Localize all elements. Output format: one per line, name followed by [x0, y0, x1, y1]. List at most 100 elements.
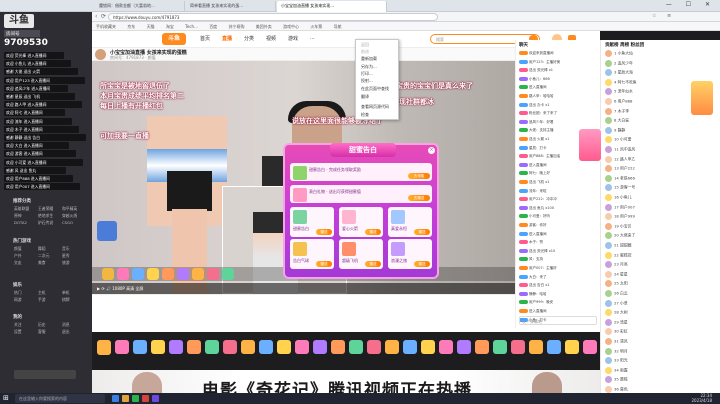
gift-send-button[interactable]: 赠送 [365, 229, 381, 235]
gift-icon[interactable] [439, 340, 453, 354]
nav-live[interactable]: 直播 [222, 35, 232, 42]
rank-list-item[interactable]: 33 阳光 [605, 357, 717, 366]
gift-icon[interactable] [475, 340, 489, 354]
gift-icon[interactable] [97, 340, 111, 354]
rank-list-item[interactable]: 35 晨曦 [605, 376, 717, 385]
app-icon[interactable] [142, 395, 149, 402]
gift-card[interactable]: 浪漫之旅 赠送 [388, 239, 432, 269]
gift-send-button[interactable]: 赠送 [316, 229, 332, 235]
sidebar-category-item[interactable]: 热门 [14, 289, 38, 296]
rank-list-item[interactable]: 9 静静 [605, 126, 717, 136]
bookmark-item[interactable]: 京东 [127, 24, 135, 29]
bookmark-item[interactable]: 天猫 [147, 24, 155, 29]
rank-list-item[interactable]: 27 小草 [605, 299, 717, 309]
sidebar-category-item[interactable]: CSGO [62, 219, 86, 226]
gift-send-button[interactable]: 赠送 [414, 261, 430, 267]
sidebar-category-item[interactable]: 单机 [62, 289, 86, 296]
rank-list-item[interactable]: 31 清风 [605, 338, 717, 347]
bookmark-item[interactable]: Tech... [185, 24, 198, 29]
context-menu-item[interactable]: 投射... [361, 78, 373, 84]
nav-home[interactable]: 首页 [200, 35, 210, 42]
gift-icon[interactable] [457, 340, 471, 354]
url-input[interactable]: https://www.douyu.com/4791873 [108, 13, 438, 21]
gift-icon[interactable] [205, 340, 219, 354]
gift-icon[interactable] [115, 340, 129, 354]
gift-card[interactable]: 超级飞机 赠送 [339, 239, 383, 269]
taskbar-search[interactable]: 在这里输入你要搜索的内容 [15, 394, 105, 403]
gift-card[interactable]: 告白气球 赠送 [290, 239, 334, 269]
gift-icon[interactable] [151, 340, 165, 354]
sidebar-footer-button[interactable] [14, 370, 76, 379]
rank-list-item[interactable]: 11 风中追风 [605, 146, 717, 155]
rank-list-item[interactable]: 2 追风少年 [605, 59, 717, 69]
sidebar-category-item[interactable]: 交友 [14, 259, 38, 266]
rank-list-item[interactable]: 32 明月 [605, 347, 717, 357]
app-icon[interactable] [112, 395, 119, 402]
rank-list-item[interactable]: 34 雨露 [605, 366, 717, 376]
rank-header[interactable]: 贡献榜 周榜 粉丝团 [605, 42, 644, 48]
rank-list-item[interactable]: 16 小鱼儿 [605, 194, 717, 203]
gift-icon[interactable] [331, 340, 345, 354]
windows-start-icon[interactable]: ⊞ [3, 394, 12, 403]
sidebar-category-item[interactable]: 退出 [62, 328, 86, 335]
browser-tab-active[interactable]: 小宝宝加油直播 女孩来实现... [277, 1, 387, 12]
gift-card[interactable]: 爱心火箭 赠送 [339, 207, 383, 237]
gift-icon[interactable] [493, 340, 507, 354]
sidebar-category-item[interactable]: 客服 [38, 328, 62, 335]
sidebar-category-item[interactable]: 手游 [38, 296, 62, 303]
nav-video[interactable]: 视频 [266, 35, 276, 42]
context-menu-item[interactable]: 在此页面中查找 [361, 86, 389, 92]
sidebar-category-item[interactable]: 舞蹈 [38, 245, 62, 252]
bookmark-item[interactable]: 火车票 [310, 24, 322, 29]
gift-icon[interactable] [313, 340, 327, 354]
rank-list-item[interactable]: 22 蛋糕控 [605, 251, 717, 261]
menu-icon[interactable]: ≡ [667, 13, 671, 19]
gift-send-button[interactable]: 赠送 [316, 261, 332, 267]
rank-list-item[interactable]: 3 星辰大海 [605, 69, 717, 78]
sidebar-category-item[interactable]: 绝地求生 [38, 212, 62, 219]
sidebar-category-item[interactable]: 音乐 [62, 245, 86, 252]
rank-list-item[interactable]: 10 小可爱 [605, 136, 717, 145]
gift-icon[interactable] [223, 340, 237, 354]
context-menu-item[interactable]: 检查 [361, 112, 369, 118]
bookmark-item[interactable]: 美团外卖 [256, 24, 272, 29]
gift-icon[interactable] [133, 340, 147, 354]
rank-list-item[interactable]: 18 用户999 [605, 213, 717, 222]
sidebar-category-item[interactable]: 炉石传说 [38, 219, 62, 226]
app-icon[interactable] [152, 395, 159, 402]
sidebar-category-item[interactable]: 旅游 [62, 259, 86, 266]
gift-icon[interactable] [187, 340, 201, 354]
gift-send-button[interactable]: 赠送 [414, 229, 430, 235]
close-icon[interactable]: × [428, 147, 435, 154]
gift-icon[interactable] [583, 340, 597, 354]
sidebar-category-item[interactable]: 美食 [38, 259, 62, 266]
sidebar-category-item[interactable]: 英雄联盟 [14, 205, 38, 212]
sidebar-category-item[interactable]: 户外 [14, 252, 38, 259]
nav-category[interactable]: 分类 [244, 35, 254, 42]
sidebar-category-item[interactable]: 消息 [62, 321, 86, 328]
gift-icon[interactable] [547, 340, 561, 354]
sidebar-category-item[interactable]: 原神 [14, 212, 38, 219]
sidebar-category-item[interactable]: 设置 [14, 328, 38, 335]
rank-list-item[interactable]: 23 月亮 [605, 261, 717, 270]
context-menu-item[interactable]: 查看网页源代码 [361, 104, 389, 110]
gift-send-button[interactable]: 赠送 [365, 261, 381, 267]
gift-icon[interactable] [241, 340, 255, 354]
bookmark-item[interactable]: 淘宝 [166, 24, 174, 29]
gift-icon[interactable] [511, 340, 525, 354]
sidebar-logo[interactable]: 斗鱼 [4, 14, 34, 28]
sidebar-category-item[interactable]: 历史 [38, 321, 62, 328]
gift-icon[interactable] [169, 340, 183, 354]
site-logo[interactable]: 斗鱼 [162, 33, 186, 45]
sidebar-category-item[interactable]: 穿越火线 [62, 212, 86, 219]
gift-icon[interactable] [277, 340, 291, 354]
gift-icon[interactable] [421, 340, 435, 354]
context-menu-item[interactable]: 前进 [361, 49, 369, 55]
gift-icon[interactable] [349, 340, 363, 354]
rank-list-item[interactable]: 17 用户007 [605, 203, 717, 213]
rank-list-item[interactable]: 29 流星 [605, 318, 717, 328]
window-controls[interactable]: — ☐ ✕ [666, 1, 716, 8]
context-menu-item[interactable]: 另存为... [361, 64, 377, 70]
browser-tab[interactable]: 简单看直播 女孩来实现的蛋... [186, 1, 276, 12]
sidebar-section-title[interactable]: 娱乐 [13, 282, 22, 288]
